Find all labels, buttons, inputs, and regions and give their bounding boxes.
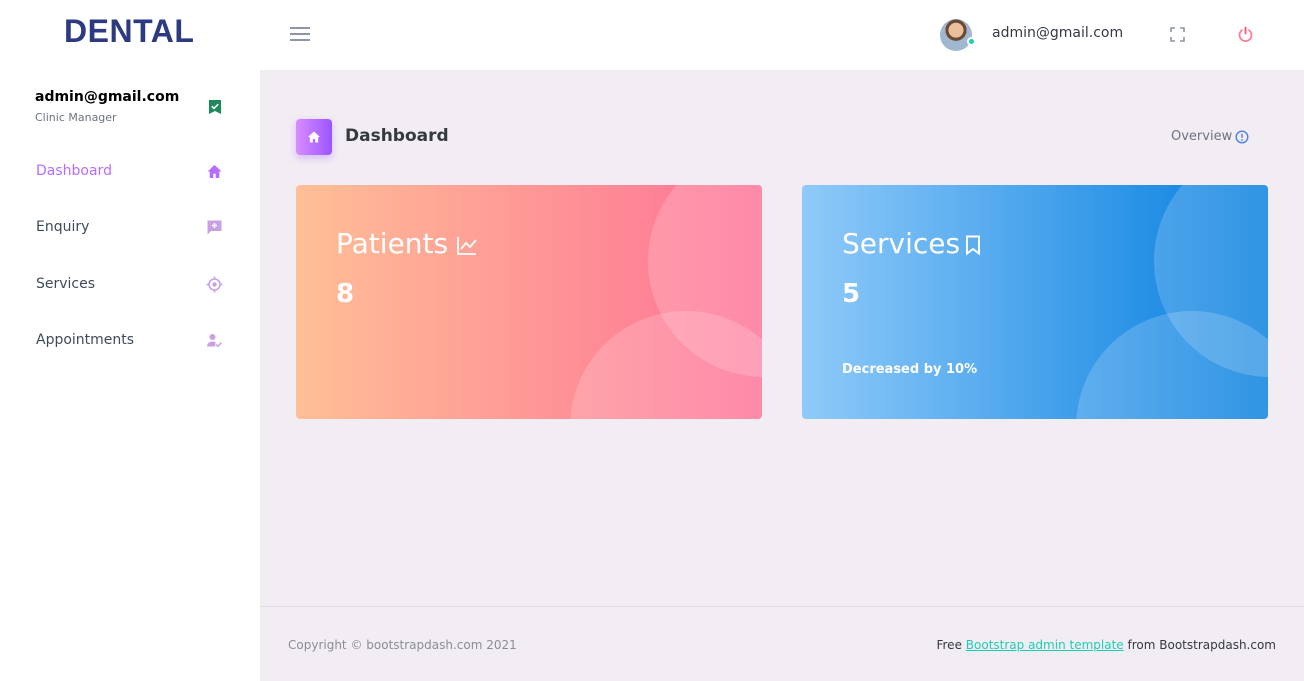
home-icon [207,165,222,178]
footer-suffix: from Bootstrapdash.com [1127,638,1277,652]
patients-count: 8 [336,279,355,309]
bootstrap-template-link[interactable]: Bootstrap admin template [966,638,1124,652]
services-count: 5 [842,279,861,309]
home-icon [308,131,320,143]
profile-email[interactable]: admin@gmail.com [35,89,179,105]
sidebar: admin@gmail.com Clinic Manager Dashboard… [0,70,260,681]
top-navbar: DENTAL admin@gmail.com [0,0,1304,70]
page-title: Dashboard [345,126,449,146]
sidebar-item-dashboard[interactable]: Dashboard [0,152,260,192]
services-card: Services 5 Decreased by 10% [802,185,1268,419]
crosshairs-icon [206,276,223,293]
overview-link[interactable]: Overview [1171,129,1232,144]
sidebar-item-label: Services [36,276,96,292]
sidebar-item-services[interactable]: Services [0,265,260,305]
info-icon[interactable] [1235,130,1249,144]
footer-credit: Free Bootstrap admin template from Boots… [936,638,1276,652]
avatar[interactable] [940,19,972,51]
sidebar-item-label: Enquiry [36,219,90,235]
menu-icon[interactable] [290,27,310,43]
brand-logo[interactable]: DENTAL [64,13,194,50]
services-change-note: Decreased by 10% [842,362,978,377]
bookmark-icon [966,235,980,256]
check-badge-icon [209,100,221,114]
sidebar-item-appointments[interactable]: Appointments [0,321,260,361]
card-decoration [570,311,762,419]
message-plus-icon [207,220,222,235]
chart-line-icon [457,237,477,255]
card-title: Patients [336,227,449,260]
power-icon[interactable] [1236,25,1255,44]
footer: Copyright © bootstrapdash.com 2021 Free … [260,606,1304,681]
card-title: Services [842,227,961,260]
sidebar-item-label: Dashboard [36,163,112,179]
online-status-dot [967,37,976,46]
profile-role: Clinic Manager [35,111,117,124]
footer-prefix: Free [936,638,962,652]
page-title-icon [296,119,332,155]
sidebar-item-label: Appointments [36,332,135,348]
card-decoration [1076,311,1268,419]
fullscreen-icon[interactable] [1169,26,1186,43]
account-check-icon [207,334,223,348]
copyright-text: Copyright © bootstrapdash.com 2021 [288,638,517,652]
navbar-user-email[interactable]: admin@gmail.com [992,25,1123,41]
sidebar-item-enquiry[interactable]: Enquiry [0,208,260,248]
patients-card: Patients 8 [296,185,762,419]
